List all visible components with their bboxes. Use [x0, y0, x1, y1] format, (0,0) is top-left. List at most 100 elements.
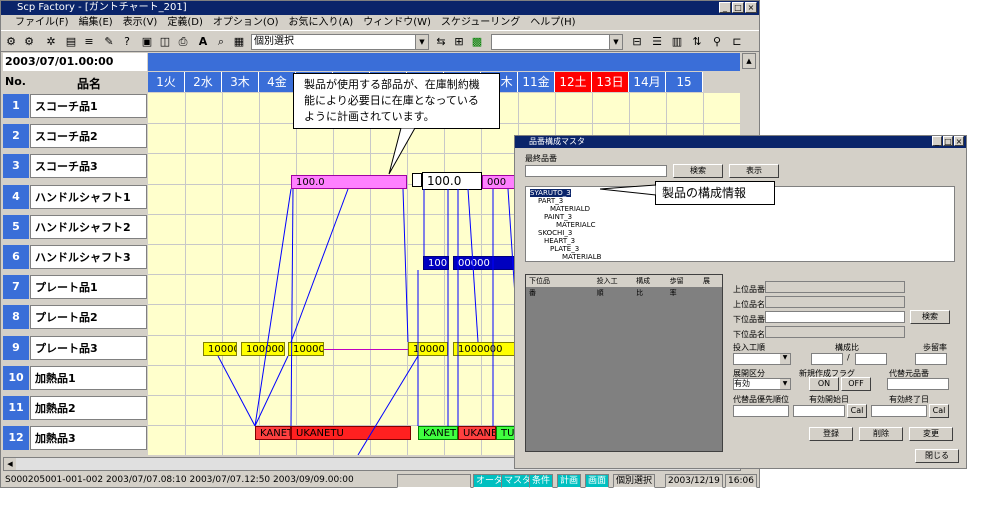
- split-icon[interactable]: ⊟: [629, 34, 645, 50]
- minimize-button[interactable]: _: [719, 2, 731, 13]
- row-number[interactable]: 2: [3, 124, 29, 149]
- row-name[interactable]: スコーチ品1: [30, 94, 147, 118]
- row-name[interactable]: ハンドルシャフト2: [30, 214, 147, 239]
- row-number[interactable]: 6: [3, 245, 29, 269]
- valid-start-cal-button[interactable]: Cal: [847, 404, 867, 418]
- status-tab-plan[interactable]: 計画: [557, 474, 582, 488]
- row-number[interactable]: 8: [3, 305, 29, 330]
- dialog-minimize-button[interactable]: _: [932, 136, 942, 146]
- change-button[interactable]: 変更: [909, 427, 953, 441]
- display-button[interactable]: 表示: [729, 164, 779, 178]
- row-name[interactable]: ハンドルシャフト1: [30, 184, 147, 209]
- settings-icon[interactable]: ✲: [43, 34, 59, 50]
- maximize-button[interactable]: □: [732, 2, 744, 13]
- input-order-select[interactable]: ▼: [733, 353, 791, 365]
- print-icon[interactable]: ⎙: [175, 34, 191, 50]
- lower-search-button[interactable]: 検索: [910, 310, 950, 324]
- expand-select[interactable]: 有効 ▼: [733, 378, 791, 390]
- row-number[interactable]: 3: [3, 154, 29, 179]
- tool-icon-1[interactable]: ⚙: [3, 34, 19, 50]
- ratio-denominator-input[interactable]: [855, 353, 887, 365]
- child-list[interactable]: 下位品番 投入工順 構成比 歩留率 展: [525, 274, 723, 452]
- menu-window[interactable]: ウィンドウ(W): [363, 15, 431, 30]
- row-name[interactable]: スコーチ品2: [30, 124, 147, 149]
- close-dialog-button[interactable]: 閉じる: [915, 449, 959, 463]
- row-number[interactable]: 9: [3, 335, 29, 360]
- ratio-numerator-input[interactable]: [811, 353, 843, 365]
- table-icon[interactable]: ▩: [469, 34, 485, 50]
- row-name[interactable]: プレート品2: [30, 305, 147, 330]
- row-number[interactable]: 5: [3, 214, 29, 239]
- dialog-maximize-button[interactable]: □: [943, 136, 953, 146]
- tree-node[interactable]: PLATE_3: [530, 245, 950, 253]
- chart-icon[interactable]: ▤: [63, 34, 79, 50]
- menu-favorites[interactable]: お気に入り(A): [289, 15, 354, 30]
- close-button[interactable]: ×: [745, 2, 757, 13]
- row-number[interactable]: 11: [3, 396, 29, 420]
- menu-edit[interactable]: 編集(E): [79, 15, 113, 30]
- selection-combo[interactable]: 個別選択 ▼: [251, 34, 429, 50]
- tree-node[interactable]: MATERIALB: [530, 253, 950, 261]
- status-tab-screen[interactable]: 画面: [585, 474, 610, 488]
- row-number[interactable]: 1: [3, 94, 29, 118]
- tree-icon[interactable]: ⊞: [451, 34, 467, 50]
- menu-option[interactable]: オプション(O): [213, 15, 279, 30]
- help-icon[interactable]: ?: [119, 34, 135, 50]
- tree-node[interactable]: PAINT_3: [530, 213, 950, 221]
- tree-node[interactable]: HEART_3: [530, 237, 950, 245]
- register-button[interactable]: 登録: [809, 427, 853, 441]
- alt-priority-input[interactable]: [733, 405, 789, 417]
- row-number[interactable]: 7: [3, 275, 29, 300]
- dialog-close-button[interactable]: ×: [954, 136, 964, 146]
- row-number[interactable]: 10: [3, 365, 29, 390]
- search-button[interactable]: 検索: [673, 164, 723, 178]
- scroll-left-icon[interactable]: ◀: [4, 458, 16, 470]
- menu-help[interactable]: ヘルプ(H): [530, 15, 575, 30]
- yield-input[interactable]: [915, 353, 947, 365]
- link-icon[interactable]: ⇆: [433, 34, 449, 50]
- tool-icon-2[interactable]: ⚙: [21, 34, 37, 50]
- on-button[interactable]: ON: [809, 377, 839, 391]
- menu-view[interactable]: 表示(V): [123, 15, 158, 30]
- scroll-up-icon[interactable]: ▲: [742, 53, 756, 69]
- tree-node[interactable]: MATERIALD: [530, 205, 950, 213]
- valid-start-input[interactable]: [793, 405, 845, 417]
- grid-icon[interactable]: ▦: [231, 34, 247, 50]
- filter-combo[interactable]: ▼: [491, 34, 623, 50]
- row-name[interactable]: プレート品1: [30, 275, 147, 300]
- list-icon[interactable]: ≡: [81, 34, 97, 50]
- columns-icon[interactable]: ▥: [669, 34, 685, 50]
- search-icon[interactable]: ⌕: [213, 34, 229, 50]
- row-name[interactable]: ハンドルシャフト3: [30, 245, 147, 269]
- menu-define[interactable]: 定義(D): [167, 15, 203, 30]
- layout-icon[interactable]: ⊏: [729, 34, 745, 50]
- final-code-input[interactable]: [525, 165, 667, 177]
- preview-icon[interactable]: ◫: [157, 34, 173, 50]
- sort-icon[interactable]: ⇅: [689, 34, 705, 50]
- menu-scheduling[interactable]: スケジューリング: [441, 15, 520, 30]
- row-name[interactable]: 加熱品1: [30, 365, 147, 390]
- edit-icon[interactable]: ✎: [101, 34, 117, 50]
- alt-code-input[interactable]: [887, 378, 949, 390]
- tree-node-root[interactable]: SYARUTO_3: [530, 189, 571, 197]
- menu-file[interactable]: ファイル(F): [15, 15, 69, 30]
- off-button[interactable]: OFF: [841, 377, 871, 391]
- save-icon[interactable]: ▣: [139, 34, 155, 50]
- tree-node[interactable]: SKOCHI_3: [530, 229, 950, 237]
- valid-end-cal-button[interactable]: Cal: [929, 404, 949, 418]
- delete-button[interactable]: 削除: [859, 427, 903, 441]
- row-number[interactable]: 4: [3, 184, 29, 209]
- row-name[interactable]: スコーチ品3: [30, 154, 147, 179]
- row-number[interactable]: 12: [3, 426, 29, 451]
- lower-code-input[interactable]: [765, 311, 905, 323]
- find-icon[interactable]: ⚲: [709, 34, 725, 50]
- valid-end-input[interactable]: [871, 405, 927, 417]
- row-name[interactable]: 加熱品3: [30, 426, 147, 451]
- toolbar: ⚙ ⚙ ✲ ▤ ≡ ✎ ? ▣ ◫ ⎙ A ⌕ ▦ 個別選択 ▼ ⇆ ⊞ ▩ ▼…: [1, 30, 759, 52]
- font-icon[interactable]: A: [195, 34, 211, 50]
- row-name[interactable]: 加熱品2: [30, 396, 147, 420]
- tree-node[interactable]: MATERIALC: [530, 221, 950, 229]
- row-name[interactable]: プレート品3: [30, 335, 147, 360]
- status-tab-condition[interactable]: 条件: [529, 474, 554, 488]
- rows-icon[interactable]: ☰: [649, 34, 665, 50]
